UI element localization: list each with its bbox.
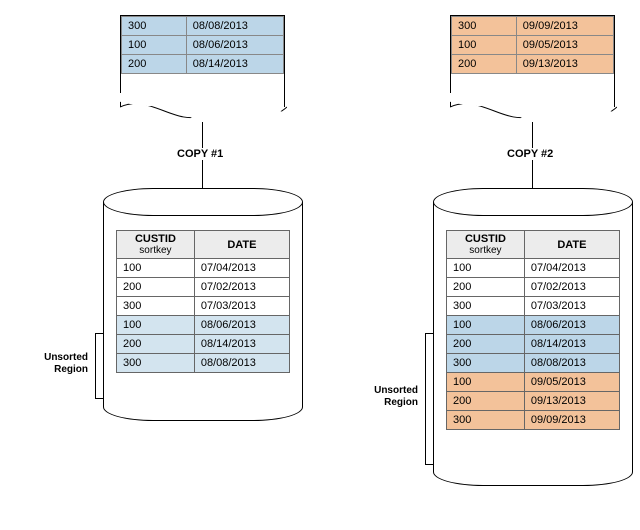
input-table-copy2: 300 09/09/2013 100 09/05/2013 200 09/13/… bbox=[451, 16, 614, 74]
cell-id: 100 bbox=[117, 259, 195, 278]
cell-date: 09/05/2013 bbox=[516, 36, 613, 55]
cell-date: 09/05/2013 bbox=[524, 373, 619, 392]
table-row: 20007/02/2013 bbox=[117, 278, 290, 297]
cell-date: 07/04/2013 bbox=[194, 259, 289, 278]
table-row: 300 09/09/2013 bbox=[452, 17, 614, 36]
data-table-copy2: CUSTID sortkey DATE 10007/04/201320007/0… bbox=[446, 230, 620, 430]
col-date: DATE bbox=[524, 231, 619, 259]
table-row: 200 09/13/2013 bbox=[452, 55, 614, 74]
table-header-row: CUSTID sortkey DATE bbox=[447, 231, 620, 259]
cell-id: 300 bbox=[452, 17, 517, 36]
table-row: 30007/03/2013 bbox=[117, 297, 290, 316]
cylinder-body: CUSTID sortkey DATE 10007/04/201320007/0… bbox=[433, 202, 633, 472]
unsorted-label-2: Unsorted Region bbox=[360, 385, 418, 409]
cell-date: 08/08/2013 bbox=[194, 354, 289, 373]
input-page-copy2: 300 09/09/2013 100 09/05/2013 200 09/13/… bbox=[450, 15, 615, 107]
table-row: 30008/08/2013 bbox=[447, 354, 620, 373]
cell-date: 09/13/2013 bbox=[524, 392, 619, 411]
header-custid: CUSTID bbox=[135, 233, 176, 245]
cell-date: 09/13/2013 bbox=[516, 55, 613, 74]
unsorted-line1: Unsorted bbox=[374, 385, 418, 396]
col-custid: CUSTID sortkey bbox=[117, 231, 195, 259]
cell-date: 08/06/2013 bbox=[194, 316, 289, 335]
table-row: 100 09/05/2013 bbox=[452, 36, 614, 55]
copy-label-1: COPY #1 bbox=[173, 148, 227, 160]
cell-id: 100 bbox=[447, 373, 525, 392]
table-row: 10007/04/2013 bbox=[117, 259, 290, 278]
cell-date: 07/04/2013 bbox=[524, 259, 619, 278]
page-curl bbox=[450, 101, 617, 125]
col-date: DATE bbox=[194, 231, 289, 259]
table-row: 10008/06/2013 bbox=[447, 316, 620, 335]
table-row: 30007/03/2013 bbox=[447, 297, 620, 316]
cylinder-copy2: CUSTID sortkey DATE 10007/04/201320007/0… bbox=[433, 188, 633, 488]
cell-id: 200 bbox=[117, 335, 195, 354]
cell-date: 08/14/2013 bbox=[194, 335, 289, 354]
cylinder-top bbox=[433, 188, 633, 216]
cell-id: 100 bbox=[117, 316, 195, 335]
table-row: 100 08/06/2013 bbox=[122, 36, 284, 55]
cell-date: 07/03/2013 bbox=[524, 297, 619, 316]
table-row: 200 08/14/2013 bbox=[122, 55, 284, 74]
cell-date: 09/09/2013 bbox=[524, 411, 619, 430]
cell-date: 08/08/2013 bbox=[524, 354, 619, 373]
diagram: 300 08/08/2013 100 08/06/2013 200 08/14/… bbox=[10, 10, 630, 520]
input-page-copy1: 300 08/08/2013 100 08/06/2013 200 08/14/… bbox=[120, 15, 285, 107]
cell-date: 08/06/2013 bbox=[186, 36, 283, 55]
cell-id: 100 bbox=[122, 36, 187, 55]
input-table-copy1: 300 08/08/2013 100 08/06/2013 200 08/14/… bbox=[121, 16, 284, 74]
cell-id: 200 bbox=[447, 392, 525, 411]
cylinder-top bbox=[103, 188, 303, 216]
cell-id: 100 bbox=[452, 36, 517, 55]
copy-label-2: COPY #2 bbox=[503, 148, 557, 160]
cylinder-copy1: CUSTID sortkey DATE 10007/04/201320007/0… bbox=[103, 188, 303, 423]
cell-id: 300 bbox=[447, 354, 525, 373]
header-sortkey: sortkey bbox=[123, 245, 188, 256]
table-row: 300 08/08/2013 bbox=[122, 17, 284, 36]
cell-date: 08/08/2013 bbox=[186, 17, 283, 36]
table-row: 20007/02/2013 bbox=[447, 278, 620, 297]
cell-id: 200 bbox=[447, 278, 525, 297]
table-row: 20008/14/2013 bbox=[447, 335, 620, 354]
cell-date: 07/02/2013 bbox=[524, 278, 619, 297]
unsorted-line1: Unsorted bbox=[44, 352, 88, 363]
cell-id: 200 bbox=[122, 55, 187, 74]
cell-date: 08/06/2013 bbox=[524, 316, 619, 335]
table-row: 10009/05/2013 bbox=[447, 373, 620, 392]
cell-id: 200 bbox=[117, 278, 195, 297]
table-header-row: CUSTID sortkey DATE bbox=[117, 231, 290, 259]
unsorted-line2: Region bbox=[384, 397, 418, 408]
table-row: 10008/06/2013 bbox=[117, 316, 290, 335]
cell-id: 300 bbox=[447, 411, 525, 430]
table-row: 20008/14/2013 bbox=[117, 335, 290, 354]
table-row: 20009/13/2013 bbox=[447, 392, 620, 411]
table-row: 30008/08/2013 bbox=[117, 354, 290, 373]
unsorted-line2: Region bbox=[54, 364, 88, 375]
cell-id: 300 bbox=[447, 297, 525, 316]
cell-date: 09/09/2013 bbox=[516, 17, 613, 36]
cell-id: 100 bbox=[447, 259, 525, 278]
cell-id: 100 bbox=[447, 316, 525, 335]
header-custid: CUSTID bbox=[465, 233, 506, 245]
cell-date: 07/02/2013 bbox=[194, 278, 289, 297]
cell-id: 300 bbox=[117, 354, 195, 373]
col-custid: CUSTID sortkey bbox=[447, 231, 525, 259]
cell-date: 07/03/2013 bbox=[194, 297, 289, 316]
cell-id: 300 bbox=[122, 17, 187, 36]
page-curl bbox=[120, 101, 287, 125]
cell-id: 200 bbox=[452, 55, 517, 74]
unsorted-label-1: Unsorted Region bbox=[30, 352, 88, 376]
data-table-copy1: CUSTID sortkey DATE 10007/04/201320007/0… bbox=[116, 230, 290, 373]
cell-date: 08/14/2013 bbox=[524, 335, 619, 354]
cell-id: 200 bbox=[447, 335, 525, 354]
cell-id: 300 bbox=[117, 297, 195, 316]
cylinder-body: CUSTID sortkey DATE 10007/04/201320007/0… bbox=[103, 202, 303, 407]
table-row: 30009/09/2013 bbox=[447, 411, 620, 430]
header-sortkey: sortkey bbox=[453, 245, 518, 256]
table-row: 10007/04/2013 bbox=[447, 259, 620, 278]
cell-date: 08/14/2013 bbox=[186, 55, 283, 74]
